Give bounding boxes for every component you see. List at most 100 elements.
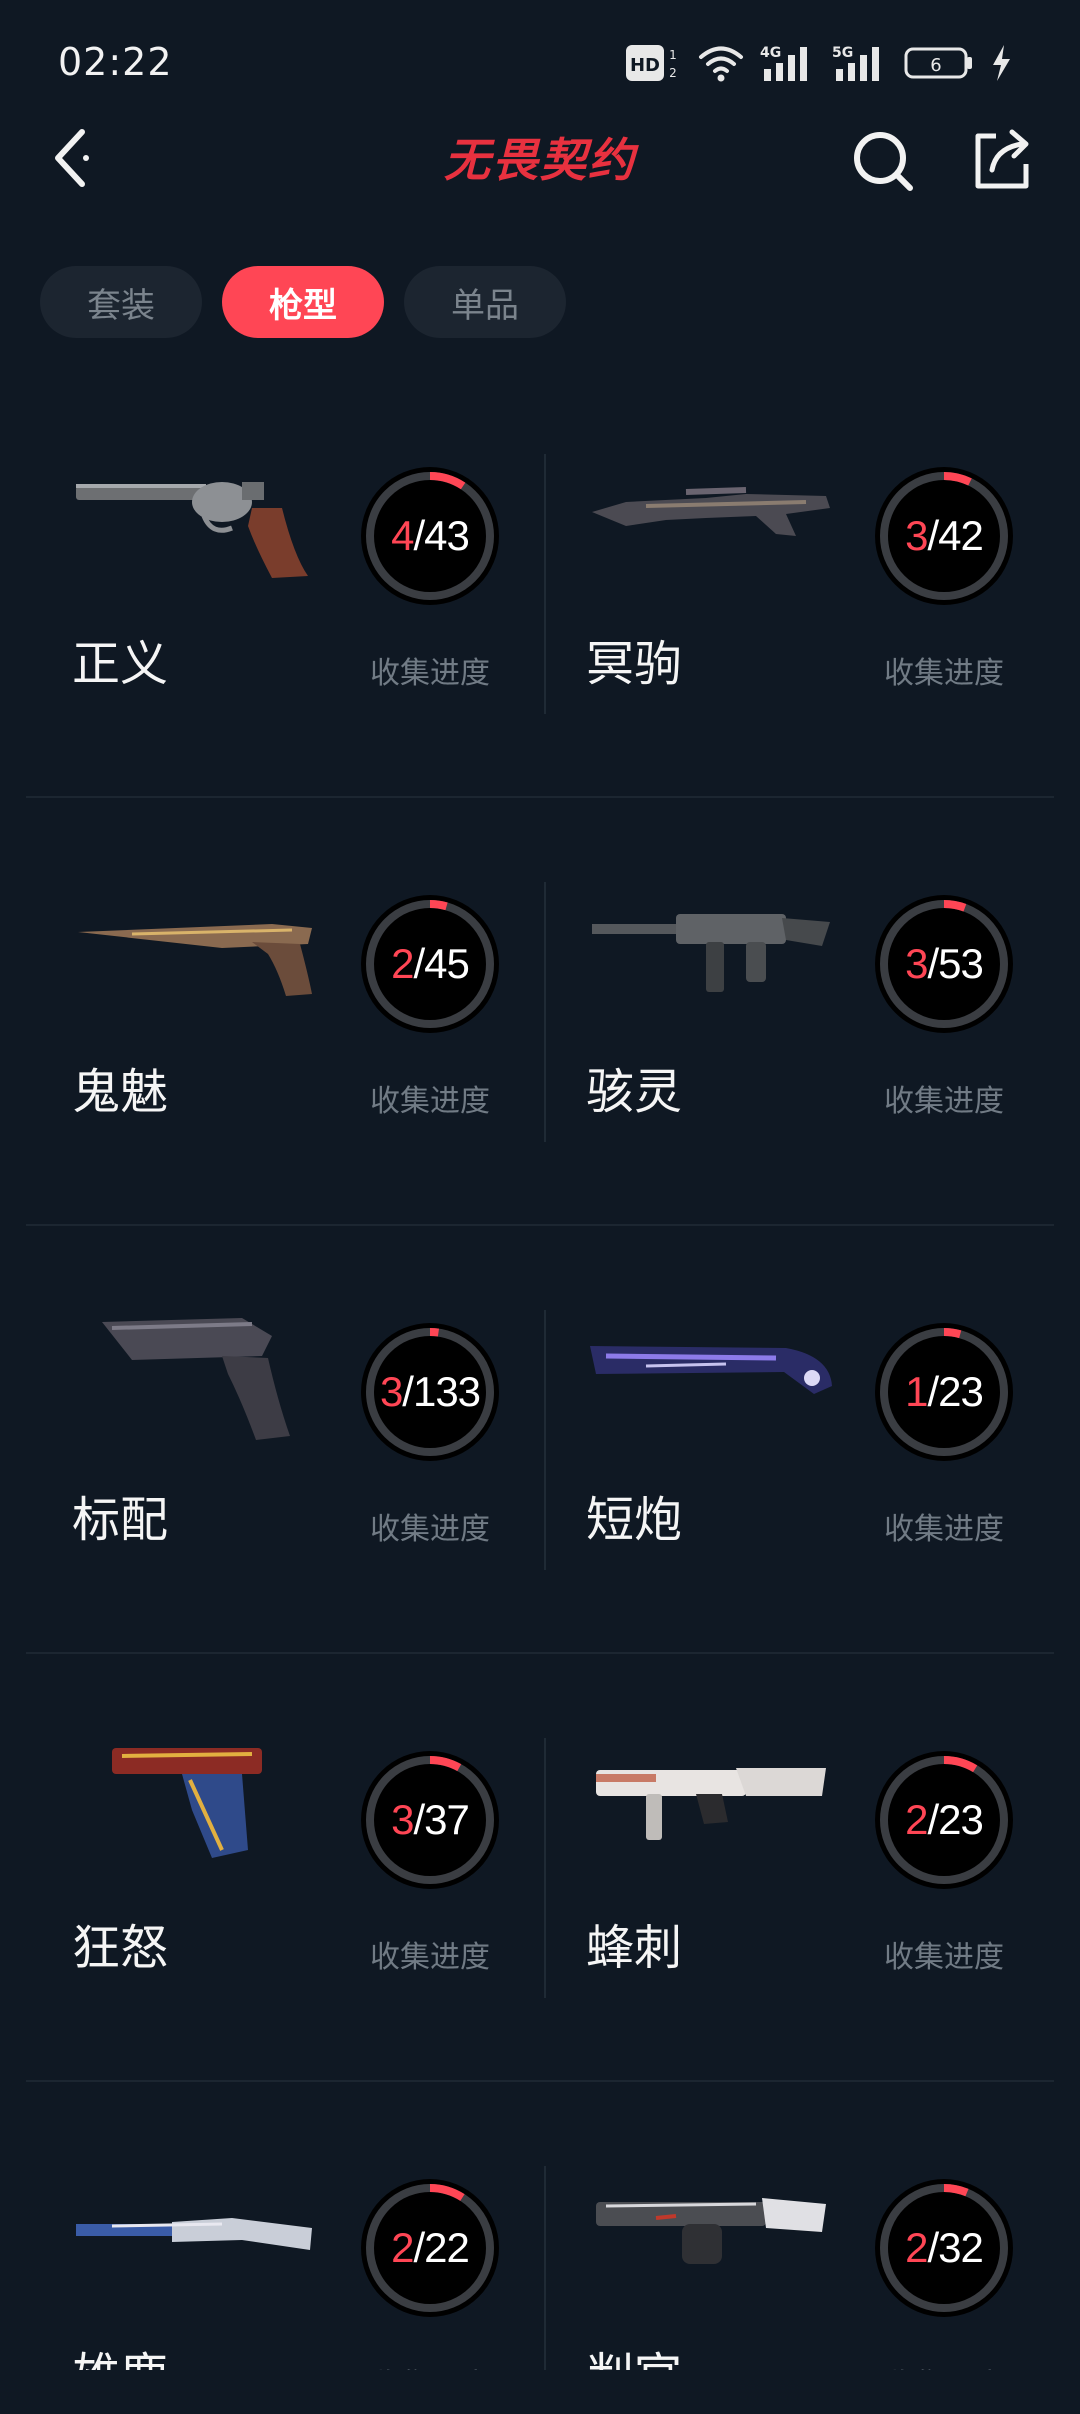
revolver-image	[76, 482, 308, 578]
total-count: /23	[927, 1368, 983, 1415]
svg-text:4G: 4G	[760, 45, 781, 61]
weapon-card-panguan[interactable]: 2/32 判官 收集进度	[540, 2082, 1054, 2370]
sniper-rifle-image	[592, 487, 830, 536]
hd-icon: HD 1 2	[626, 45, 677, 81]
progress-ring: 1/23	[874, 1322, 1014, 1462]
total-count: /53	[927, 940, 983, 987]
collected-count: 2	[905, 2224, 928, 2271]
weapon-name: 蜂刺	[586, 1920, 683, 1976]
app-logo: 无畏契约	[444, 133, 639, 187]
weapon-name: 判官	[586, 2336, 682, 2370]
collected-count: 2	[905, 1796, 928, 1843]
progress-count: 3/37	[360, 1750, 500, 1890]
signal-4g-icon: 4G	[760, 45, 807, 81]
svg-text:6: 6	[930, 55, 941, 76]
progress-ring: 2/32	[874, 2178, 1014, 2318]
progress-ring: 3/37	[360, 1750, 500, 1890]
progress-ring: 2/22	[360, 2178, 500, 2318]
collected-count: 1	[905, 1368, 928, 1415]
progress-count: 2/22	[360, 2178, 500, 2318]
progress-label: 收集进度	[370, 1940, 490, 1975]
total-count: /133	[402, 1368, 481, 1415]
wifi-icon	[699, 46, 743, 82]
svg-text:无畏契约: 无畏契约	[444, 133, 639, 187]
weapon-grid: 4/43 正义 收集进度 3/42 冥驹 收集进度 2/45 鬼魅 收集进度 3…	[26, 370, 1054, 2370]
total-count: /37	[413, 1796, 469, 1843]
svg-text:1: 1	[669, 48, 677, 62]
progress-label: 收集进度	[884, 1084, 1004, 1119]
progress-ring: 4/43	[360, 466, 500, 606]
weapon-name: 雄鹿	[72, 2336, 168, 2370]
progress-count: 3/42	[874, 466, 1014, 606]
progress-count: 1/23	[874, 1322, 1014, 1462]
pistol-image	[78, 924, 312, 996]
progress-label: 收集进度	[884, 2360, 1004, 2370]
progress-ring: 2/45	[360, 894, 500, 1034]
battery-icon: 6	[904, 47, 972, 79]
weapon-card-guimei[interactable]: 2/45 鬼魅 收集进度	[26, 798, 540, 1224]
status-icons: HD 1 2 4G 5G 6	[626, 38, 1012, 88]
svg-text:5G: 5G	[832, 45, 853, 61]
grid-row: 3/37 狂怒 收集进度 2/23 蜂刺 收集进度	[26, 1654, 1054, 2082]
machine-pistol-image	[112, 1748, 262, 1858]
app-header: 无畏契约	[0, 120, 1080, 196]
collected-count: 2	[391, 2224, 414, 2271]
tab-single-items[interactable]: 单品	[404, 266, 566, 338]
progress-label: 收集进度	[370, 1512, 490, 1547]
tab-sets[interactable]: 套装	[40, 266, 202, 338]
svg-text:2: 2	[669, 66, 677, 80]
progress-label: 收集进度	[884, 1940, 1004, 1975]
weapon-card-zhengyi[interactable]: 4/43 正义 收集进度	[26, 370, 540, 796]
weapon-card-xionglu[interactable]: 2/22 雄鹿 收集进度	[26, 2082, 540, 2370]
collected-count: 4	[391, 512, 414, 559]
weapon-name: 骇灵	[586, 1064, 683, 1120]
progress-count: 2/32	[874, 2178, 1014, 2318]
weapon-name: 标配	[72, 1492, 169, 1548]
weapon-card-kuangnu[interactable]: 3/37 狂怒 收集进度	[26, 1654, 540, 2080]
weapon-card-mingju[interactable]: 3/42 冥驹 收集进度	[540, 370, 1054, 796]
grid-row: 2/45 鬼魅 收集进度 3/53 骇灵 收集进度	[26, 798, 1054, 1226]
back-button[interactable]	[44, 120, 104, 196]
total-count: /23	[927, 1796, 983, 1843]
svg-text:HD: HD	[630, 55, 660, 76]
smg-image	[596, 1768, 826, 1840]
collected-count: 2	[391, 940, 414, 987]
collected-count: 3	[391, 1796, 414, 1843]
search-button[interactable]	[850, 124, 916, 194]
collected-count: 3	[379, 1368, 403, 1415]
smg-image	[592, 914, 830, 992]
collected-count: 3	[905, 940, 928, 987]
weapon-card-biaopei[interactable]: 3/133 标配 收集进度	[26, 1226, 540, 1652]
progress-ring: 3/42	[874, 466, 1014, 606]
progress-label: 收集进度	[370, 1084, 490, 1119]
pistol-image	[102, 1318, 290, 1440]
grid-row: 3/133 标配 收集进度 1/23 短炮 收集进度	[26, 1226, 1054, 1654]
progress-count: 2/45	[360, 894, 500, 1034]
grid-row: 2/22 雄鹿 收集进度 2/32 判官 收集进度	[26, 2082, 1054, 2370]
weapon-card-fengci[interactable]: 2/23 蜂刺 收集进度	[540, 1654, 1054, 2080]
weapon-card-duanpao[interactable]: 1/23 短炮 收集进度	[540, 1226, 1054, 1652]
weapon-name: 鬼魅	[72, 1064, 169, 1120]
grid-row: 4/43 正义 收集进度 3/42 冥驹 收集进度	[26, 370, 1054, 798]
tab-weapon-types[interactable]: 枪型	[222, 266, 384, 338]
weapon-card-hailing[interactable]: 3/53 骇灵 收集进度	[540, 798, 1054, 1224]
charging-icon	[993, 45, 1010, 81]
progress-label: 收集进度	[884, 656, 1004, 691]
progress-label: 收集进度	[370, 2360, 490, 2370]
column-divider	[544, 1738, 546, 1998]
progress-count: 3/53	[874, 894, 1014, 1034]
total-count: /22	[413, 2224, 469, 2271]
weapon-name: 短炮	[586, 1492, 683, 1548]
weapon-name: 狂怒	[72, 1920, 169, 1976]
status-time: 02:22	[58, 40, 173, 84]
status-bar: 02:22 HD 1 2 4G 5G 6	[0, 0, 1080, 120]
column-divider	[544, 882, 546, 1142]
weapon-name: 正义	[72, 636, 169, 692]
signal-5g-icon: 5G	[832, 45, 879, 81]
share-button[interactable]	[972, 124, 1032, 194]
category-tabs: 套装 枪型 单品	[40, 266, 566, 338]
weapon-name: 冥驹	[586, 636, 683, 692]
total-count: /43	[413, 512, 469, 559]
total-count: /32	[927, 2224, 983, 2271]
collected-count: 3	[905, 512, 928, 559]
